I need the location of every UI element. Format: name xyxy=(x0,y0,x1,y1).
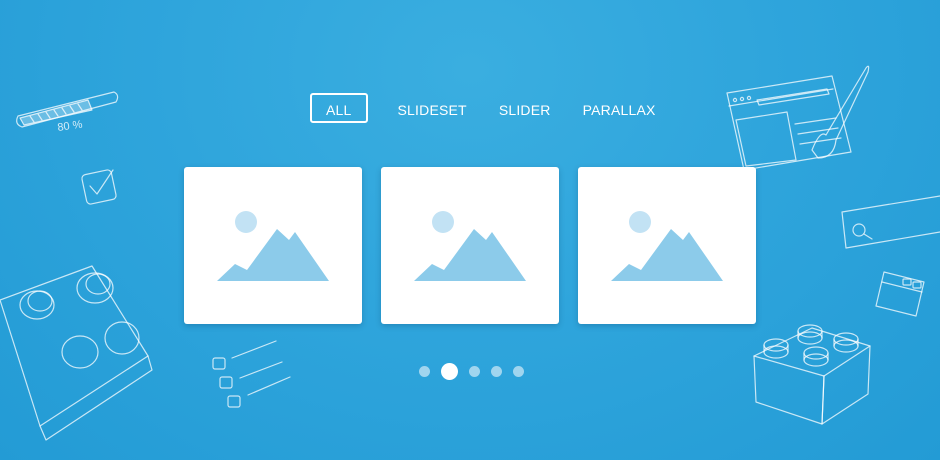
checklist-sketch-icon xyxy=(212,340,291,408)
filter-parallax-button[interactable]: PARALLAX xyxy=(567,93,672,123)
lego-brick-sketch-left-icon xyxy=(0,265,153,441)
checkbox-sketch-icon xyxy=(81,169,117,205)
pagination-dots xyxy=(419,363,524,380)
search-bar-sketch-icon xyxy=(841,195,940,249)
image-placeholder-icon xyxy=(217,210,329,281)
browser-sketch-icon xyxy=(726,65,870,171)
pagination-dot-4[interactable] xyxy=(491,366,502,377)
pagination-dot-5[interactable] xyxy=(513,366,524,377)
image-placeholder-icon xyxy=(414,210,526,281)
progress-bar-sketch-icon: 80 % xyxy=(16,91,119,134)
clapper-sketch-icon xyxy=(875,271,925,317)
gallery-item[interactable] xyxy=(578,167,756,324)
filter-slideset-button[interactable]: SLIDESET xyxy=(382,93,483,123)
pagination-dot-1[interactable] xyxy=(419,366,430,377)
filter-navigation: ALL SLIDESET SLIDER PARALLAX xyxy=(310,92,672,124)
filter-slider-button[interactable]: SLIDER xyxy=(483,93,567,123)
gallery-grid xyxy=(184,167,756,324)
filter-all-button[interactable]: ALL xyxy=(310,93,368,123)
gallery-item[interactable] xyxy=(184,167,362,324)
gallery-item[interactable] xyxy=(381,167,559,324)
pagination-dot-3[interactable] xyxy=(469,366,480,377)
image-placeholder-icon xyxy=(611,210,723,281)
lego-brick-sketch-right-icon xyxy=(753,324,871,425)
pagination-dot-2-active[interactable] xyxy=(441,363,458,380)
progress-sketch-label: 80 % xyxy=(57,119,84,134)
